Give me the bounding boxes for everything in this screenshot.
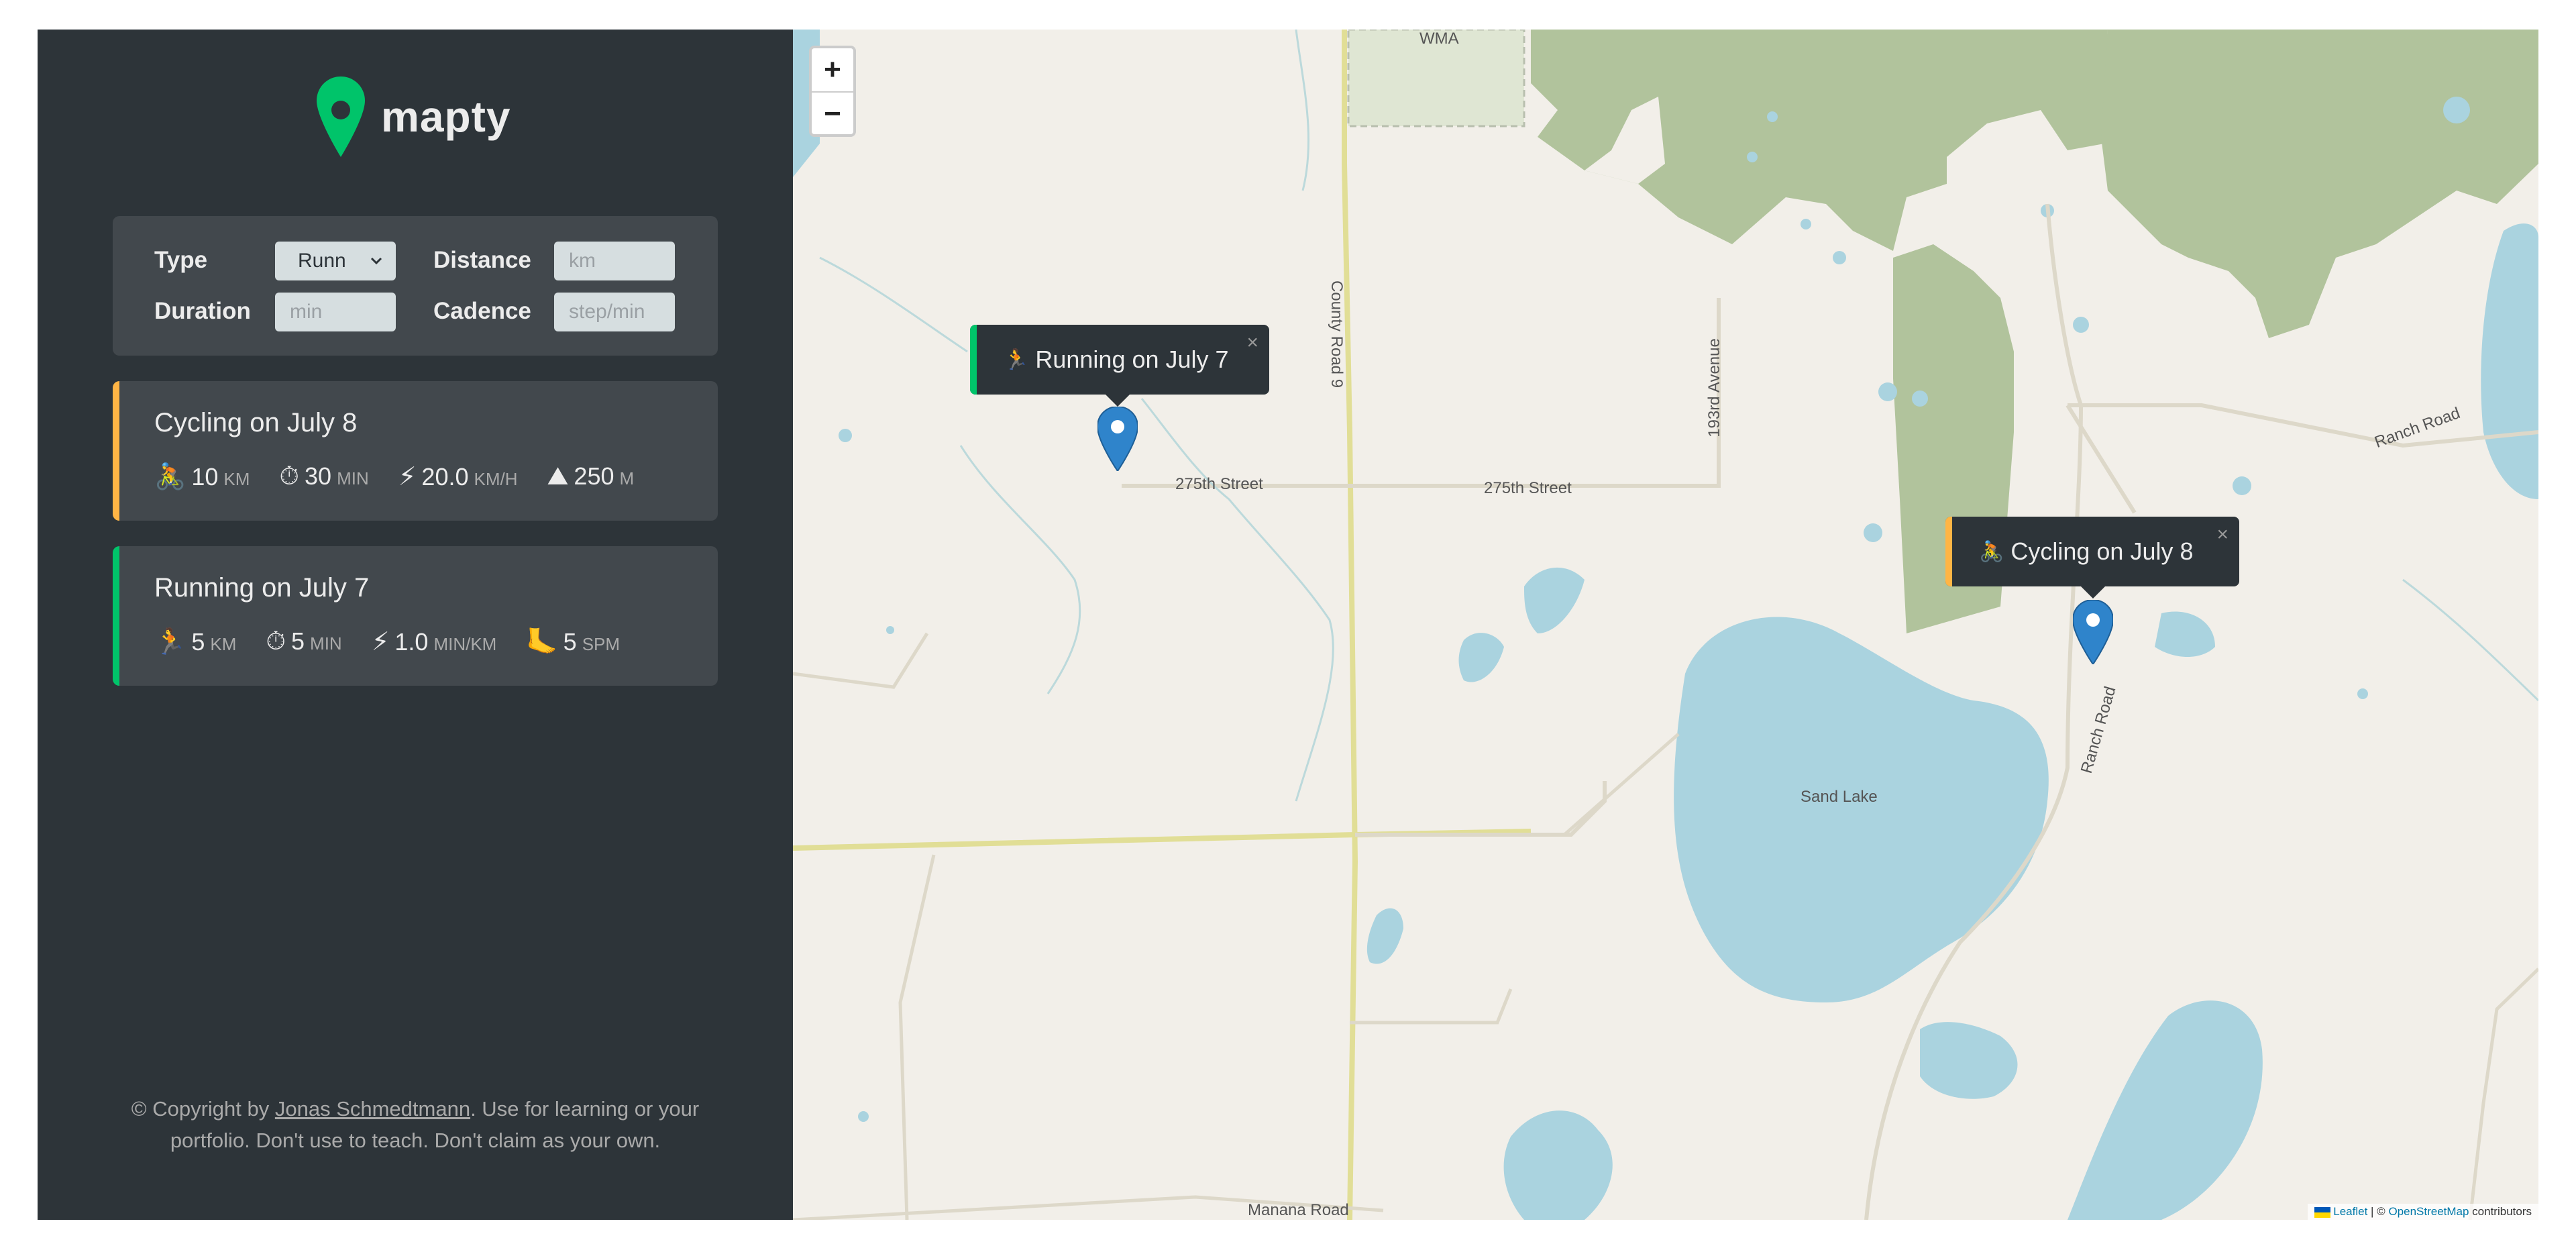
map-label-manana-road: Manana Road	[1248, 1201, 1349, 1219]
popup-text: Running on July 7	[1035, 346, 1229, 373]
map-label-wma: WMA	[1419, 30, 1459, 48]
distance-placeholder: km	[569, 250, 596, 272]
workout-accent-bar	[113, 546, 119, 686]
attribution-separator: | ©	[2367, 1205, 2389, 1218]
workout-details: 🏃 5 km ⏱ 5 min ⚡ 1.0 min/km 🦶 5 sp	[154, 627, 649, 657]
bicycle-icon: 🚴	[1979, 540, 2004, 563]
cadence-placeholder: step/min	[569, 301, 645, 323]
type-select[interactable]: Runn	[275, 242, 396, 280]
detail-unit: km/h	[474, 469, 518, 489]
detail-value: 5	[563, 627, 577, 656]
map-label-193rd-avenue: 193rd Avenue	[1705, 338, 1723, 437]
chevron-down-icon	[370, 257, 382, 265]
detail-value: 5	[291, 627, 305, 655]
detail-value: 10	[191, 462, 219, 490]
detail-value: 1.0	[394, 628, 429, 656]
workout-detail-distance: 🚴 10 km	[154, 462, 250, 492]
map-marker-icon[interactable]	[1097, 407, 1138, 471]
copyright-prefix: © Copyright by	[131, 1097, 275, 1121]
map-pin-logo-icon	[317, 76, 365, 157]
duration-input[interactable]: min	[275, 293, 396, 331]
workout-form: Type Runn Distance km Duration min Caden…	[113, 216, 718, 356]
type-label: Type	[154, 247, 208, 273]
detail-unit: m	[619, 468, 635, 488]
workout-title: Running on July 7	[154, 573, 370, 603]
zoom-control: + −	[809, 46, 856, 137]
detail-unit: km	[210, 633, 237, 654]
workout-detail-distance: 🏃 5 km	[154, 627, 236, 657]
close-icon[interactable]: ×	[1246, 331, 1258, 354]
lightning-icon: ⚡	[398, 463, 417, 491]
foot-icon: 🦶	[526, 627, 558, 656]
detail-value: 20.0	[421, 463, 469, 490]
map[interactable]: WMA 275th Street 275th Street County Roa…	[793, 30, 2538, 1220]
close-icon[interactable]: ×	[2216, 523, 2229, 546]
popup-running[interactable]: 🏃 Running on July 7 ×	[970, 325, 1269, 407]
popup-accent-bar	[970, 325, 977, 395]
workout-item-running[interactable]: Running on July 7 🏃 5 km ⏱ 5 min ⚡ 1.0 m…	[113, 546, 718, 686]
detail-value: 5	[191, 627, 205, 656]
popup-accent-bar	[1945, 517, 1952, 586]
map-label-275th-street: 275th Street	[1484, 479, 1572, 497]
map-label-275th-street: 275th Street	[1175, 475, 1263, 493]
logo-text: mapty	[381, 93, 511, 141]
cadence-input[interactable]: step/min	[554, 293, 675, 331]
workout-accent-bar	[113, 381, 119, 521]
popup-tip	[1104, 393, 1131, 407]
stopwatch-icon: ⏱	[266, 627, 286, 656]
workout-detail-cadence: 🦶 5 spm	[526, 627, 620, 657]
popup-text: Cycling on July 8	[2010, 537, 2194, 565]
duration-label: Duration	[154, 298, 251, 324]
map-attribution: Leaflet | © OpenStreetMap contributors	[2307, 1204, 2538, 1220]
zoom-out-button[interactable]: −	[812, 91, 853, 136]
cadence-label: Cadence	[433, 298, 531, 324]
workout-detail-speed: ⚡ 20.0 km/h	[398, 462, 518, 492]
map-label-sand-lake: Sand Lake	[1801, 788, 1878, 806]
mountain-icon: ⛰	[547, 462, 569, 490]
sidebar: mapty Type Runn Distance km Duration min…	[38, 30, 793, 1220]
detail-value: 250	[574, 462, 614, 490]
attribution-suffix: contributors	[2469, 1205, 2532, 1218]
map-tiles	[793, 30, 2538, 1220]
copyright: © Copyright by Jonas Schmedtmann. Use fo…	[113, 1093, 718, 1156]
logo: mapty	[317, 76, 511, 157]
detail-value: 30	[305, 462, 332, 490]
app: mapty Type Runn Distance km Duration min…	[38, 30, 2538, 1220]
leaflet-link[interactable]: Leaflet	[2333, 1205, 2367, 1218]
detail-unit: km	[223, 468, 250, 489]
distance-label: Distance	[433, 247, 531, 273]
detail-unit: min/km	[433, 634, 497, 654]
workout-detail-elevation: ⛰ 250 m	[547, 462, 635, 491]
distance-input[interactable]: km	[554, 242, 675, 280]
popup-tip	[2080, 585, 2106, 599]
runner-icon: 🏃	[1004, 348, 1029, 371]
detail-unit: min	[310, 633, 342, 654]
map-label-county-road: County Road 9	[1328, 280, 1346, 388]
ukraine-flag-icon	[2314, 1206, 2330, 1218]
workout-detail-duration: ⏱ 5 min	[266, 627, 341, 656]
workout-item-cycling[interactable]: Cycling on July 8 🚴 10 km ⏱ 30 min ⚡ 20.…	[113, 381, 718, 521]
stopwatch-icon: ⏱	[279, 462, 300, 490]
duration-placeholder: min	[290, 301, 323, 323]
lightning-icon: ⚡	[371, 628, 390, 656]
workout-detail-duration: ⏱ 30 min	[279, 462, 368, 491]
runner-icon: 🏃	[154, 627, 186, 656]
zoom-in-button[interactable]: +	[812, 48, 853, 91]
workout-title: Cycling on July 8	[154, 408, 358, 437]
author-link[interactable]: Jonas Schmedtmann	[275, 1097, 470, 1121]
map-marker-icon[interactable]	[2073, 600, 2113, 664]
popup-cycling[interactable]: 🚴 Cycling on July 8 ×	[1945, 517, 2239, 599]
workout-details: 🚴 10 km ⏱ 30 min ⚡ 20.0 km/h ⛰ 250	[154, 462, 663, 492]
detail-unit: min	[337, 468, 369, 488]
detail-unit: spm	[582, 633, 621, 654]
bicycle-icon: 🚴	[154, 462, 186, 491]
osm-link[interactable]: OpenStreetMap	[2388, 1205, 2469, 1218]
workout-detail-pace: ⚡ 1.0 min/km	[372, 627, 497, 657]
type-select-value: Runn	[298, 250, 346, 272]
